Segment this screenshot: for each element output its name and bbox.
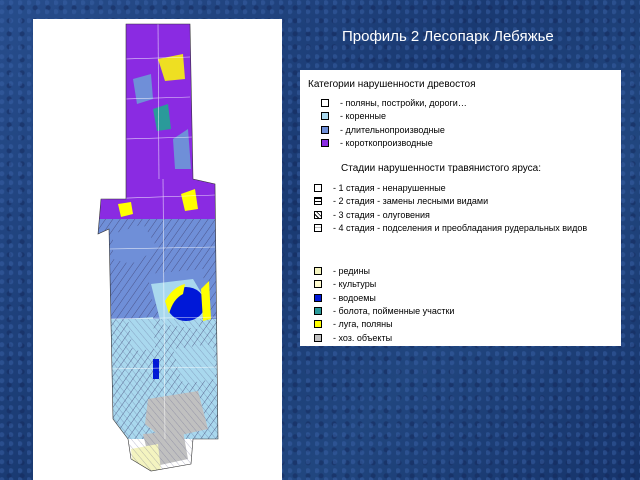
forest-color-swatch	[321, 138, 329, 147]
legend-other-label: - редины	[333, 266, 371, 276]
forest-map	[97, 23, 219, 472]
grass-pattern-swatch	[314, 184, 322, 192]
legend-grass-label: - 4 стадия - подселения и преобладания р…	[333, 222, 588, 233]
legend-other-label: - хоз. объекты	[333, 332, 393, 343]
other-color-swatch	[314, 333, 322, 342]
other-color-swatch	[314, 267, 322, 275]
legend-grass-label: - 3 стадия - олуговения	[333, 209, 430, 220]
grass-pattern-swatch	[314, 210, 322, 219]
other-color-swatch	[314, 293, 322, 302]
legend-other-label: - водоемы	[333, 292, 376, 303]
legend-other-label: - луга, поляны	[333, 319, 393, 330]
forest-color-swatch	[321, 112, 329, 121]
other-color-swatch	[314, 320, 322, 329]
forest-color-swatch	[321, 99, 329, 107]
legend-grass-label: - 1 стадия - ненарушенные	[333, 183, 446, 193]
legend-grass-heading: Стадии нарушенности травянистого яруса:	[341, 163, 542, 174]
legend-forest-heading: Категории нарушенности древостоя	[308, 79, 476, 90]
legend-forest-label: - короткопроизводные	[340, 137, 433, 148]
other-color-swatch	[314, 280, 322, 289]
forest-color-swatch	[321, 125, 329, 134]
grass-pattern-swatch	[314, 223, 322, 232]
slide-title: Профиль 2 Лесопарк Лебяжье	[342, 28, 554, 45]
legend-other-label: - культуры	[333, 279, 377, 290]
legend-forest-label: - коренные	[340, 111, 386, 122]
legend-grass-label: - 2 стадия - замены лесными видами	[333, 196, 489, 207]
grass-pattern-swatch	[314, 197, 322, 206]
map-panel	[33, 19, 282, 480]
legend-other-label: - болота, пойменные участки	[333, 305, 455, 316]
legend-forest-label: - длительнопроизводные	[340, 124, 445, 135]
other-color-swatch	[314, 306, 322, 315]
legend-panel: Категории нарушенности древостоя - полян…	[300, 70, 621, 346]
legend-forest-label: - поляны, постройки, дороги…	[340, 98, 467, 108]
